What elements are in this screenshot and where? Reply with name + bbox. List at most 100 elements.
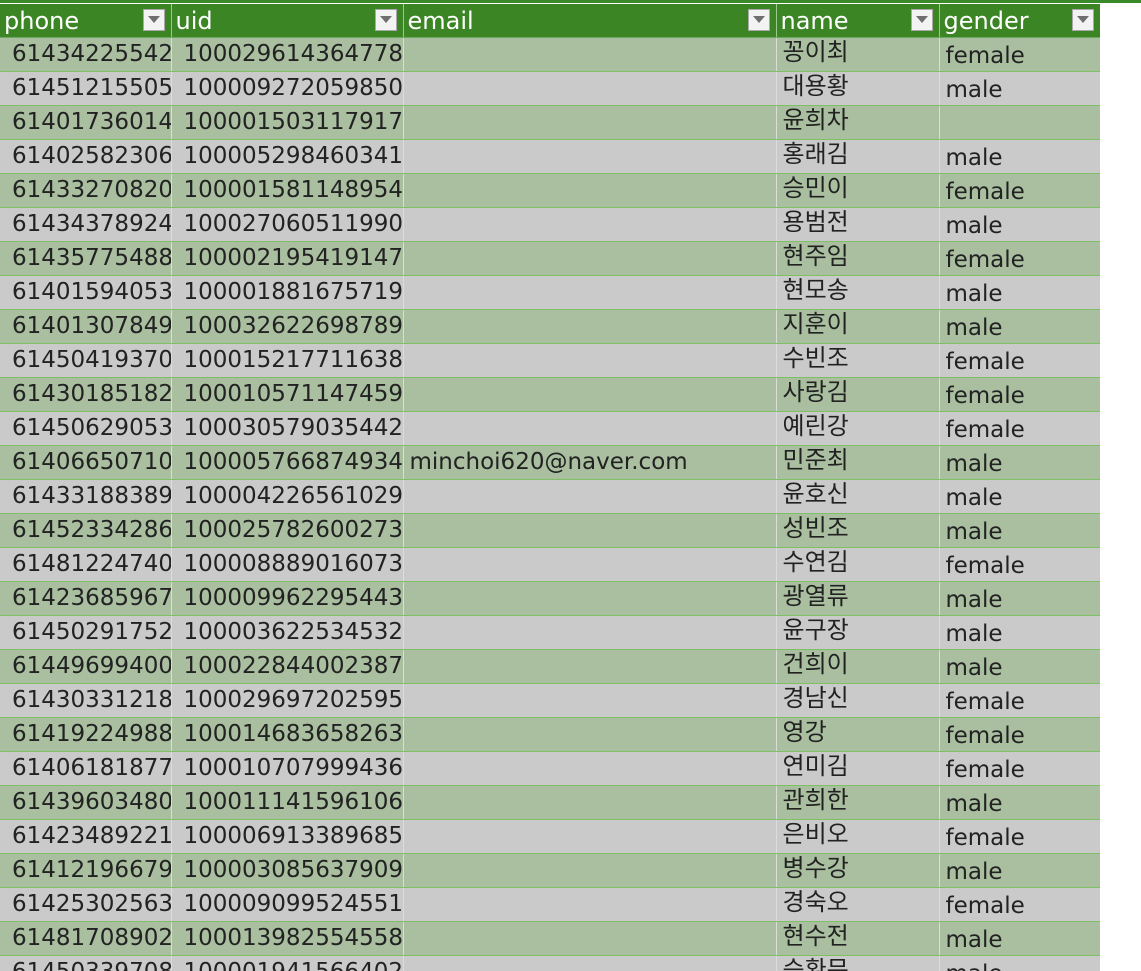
cell-uid[interactable]: 100030579035442: [171, 411, 404, 446]
column-header-uid[interactable]: uid: [171, 4, 404, 38]
cell-gender[interactable]: female: [939, 887, 1101, 922]
cell-uid[interactable]: 100022844002387: [171, 649, 404, 684]
cell-uid[interactable]: 100029614364778: [171, 37, 404, 72]
cell-gender[interactable]: female: [939, 37, 1101, 72]
cell-name[interactable]: 현수전: [776, 921, 940, 956]
cell-email[interactable]: [403, 139, 777, 174]
cell-uid[interactable]: 100009272059850: [171, 71, 404, 106]
cell-name[interactable]: 경숙오: [776, 887, 940, 922]
cell-phone[interactable]: 61433270820: [0, 173, 172, 208]
cell-uid[interactable]: 100001503117917: [171, 105, 404, 140]
filter-dropdown-icon[interactable]: [910, 9, 933, 31]
cell-phone[interactable]: 61401736014: [0, 105, 172, 140]
cell-email[interactable]: [403, 71, 777, 106]
cell-gender[interactable]: female: [939, 377, 1101, 412]
cell-uid[interactable]: 100025782600273: [171, 513, 404, 548]
cell-phone[interactable]: 61449699400: [0, 649, 172, 684]
cell-name[interactable]: 관희한: [776, 785, 940, 820]
cell-uid[interactable]: 100001581148954: [171, 173, 404, 208]
cell-phone[interactable]: 61401307849: [0, 309, 172, 344]
cell-uid[interactable]: 100015217711638: [171, 343, 404, 378]
cell-phone[interactable]: 61423489221: [0, 819, 172, 854]
cell-phone[interactable]: 61419224988: [0, 717, 172, 752]
cell-name[interactable]: 수빈조: [776, 343, 940, 378]
cell-email[interactable]: [403, 921, 777, 956]
cell-phone[interactable]: 61452334286: [0, 513, 172, 548]
cell-phone[interactable]: 61425302563: [0, 887, 172, 922]
filter-dropdown-icon[interactable]: [142, 9, 165, 31]
cell-gender[interactable]: female: [939, 241, 1101, 276]
cell-gender[interactable]: male: [939, 615, 1101, 650]
cell-gender[interactable]: male: [939, 445, 1101, 480]
cell-uid[interactable]: 100005766874934: [171, 445, 404, 480]
cell-email[interactable]: [403, 411, 777, 446]
cell-name[interactable]: 윤구장: [776, 615, 940, 650]
cell-gender[interactable]: female: [939, 343, 1101, 378]
cell-name[interactable]: 성빈조: [776, 513, 940, 548]
cell-name[interactable]: 지훈이: [776, 309, 940, 344]
cell-gender[interactable]: male: [939, 139, 1101, 174]
cell-phone[interactable]: 61412196679: [0, 853, 172, 888]
filter-dropdown-icon[interactable]: [374, 9, 397, 31]
cell-gender[interactable]: female: [939, 683, 1101, 718]
cell-gender[interactable]: male: [939, 309, 1101, 344]
cell-email[interactable]: [403, 37, 777, 72]
cell-email[interactable]: [403, 581, 777, 616]
cell-uid[interactable]: 100001941566402: [171, 955, 404, 971]
cell-gender[interactable]: male: [939, 275, 1101, 310]
cell-name[interactable]: 용범전: [776, 207, 940, 242]
cell-phone[interactable]: 61406181877: [0, 751, 172, 786]
cell-uid[interactable]: 100009962295443: [171, 581, 404, 616]
cell-gender[interactable]: female: [939, 751, 1101, 786]
cell-email[interactable]: [403, 955, 777, 971]
cell-name[interactable]: 윤호신: [776, 479, 940, 514]
cell-phone[interactable]: 61439603480: [0, 785, 172, 820]
cell-name[interactable]: 윤희차: [776, 105, 940, 140]
column-header-email[interactable]: email: [403, 4, 777, 38]
cell-email[interactable]: [403, 309, 777, 344]
cell-phone[interactable]: 61451215505: [0, 71, 172, 106]
cell-gender[interactable]: female: [939, 717, 1101, 752]
cell-email[interactable]: [403, 649, 777, 684]
cell-name[interactable]: 대용황: [776, 71, 940, 106]
cell-name[interactable]: 광열류: [776, 581, 940, 616]
cell-phone[interactable]: 61434225542: [0, 37, 172, 72]
cell-phone[interactable]: 61481708902: [0, 921, 172, 956]
cell-gender[interactable]: male: [939, 479, 1101, 514]
cell-phone[interactable]: 61433188389: [0, 479, 172, 514]
cell-gender[interactable]: male: [939, 853, 1101, 888]
cell-name[interactable]: 사랑김: [776, 377, 940, 412]
cell-phone[interactable]: 61406650710: [0, 445, 172, 480]
cell-uid[interactable]: 100010707999436: [171, 751, 404, 786]
cell-gender[interactable]: male: [939, 513, 1101, 548]
filter-dropdown-icon[interactable]: [1071, 9, 1094, 31]
cell-email[interactable]: [403, 547, 777, 582]
cell-uid[interactable]: 100006913389685: [171, 819, 404, 854]
column-header-gender[interactable]: gender: [939, 4, 1101, 38]
cell-gender[interactable]: male: [939, 207, 1101, 242]
cell-uid[interactable]: 100002195419147: [171, 241, 404, 276]
cell-name[interactable]: 건희이: [776, 649, 940, 684]
cell-uid[interactable]: 100010571147459: [171, 377, 404, 412]
cell-phone[interactable]: 61481224740: [0, 547, 172, 582]
cell-email[interactable]: [403, 377, 777, 412]
cell-gender[interactable]: male: [939, 955, 1101, 971]
cell-phone[interactable]: 61435775488: [0, 241, 172, 276]
cell-uid[interactable]: 100004226561029: [171, 479, 404, 514]
cell-name[interactable]: 승민이: [776, 173, 940, 208]
cell-name[interactable]: 예린강: [776, 411, 940, 446]
cell-email[interactable]: [403, 717, 777, 752]
cell-name[interactable]: 수연김: [776, 547, 940, 582]
cell-phone[interactable]: 61430331218: [0, 683, 172, 718]
cell-name[interactable]: 꽁이최: [776, 37, 940, 72]
cell-name[interactable]: 은비오: [776, 819, 940, 854]
cell-gender[interactable]: male: [939, 581, 1101, 616]
cell-gender[interactable]: female: [939, 547, 1101, 582]
cell-email[interactable]: [403, 683, 777, 718]
cell-name[interactable]: 승환문: [776, 955, 940, 971]
cell-phone[interactable]: 61450291752: [0, 615, 172, 650]
cell-name[interactable]: 홍래김: [776, 139, 940, 174]
cell-email[interactable]: [403, 173, 777, 208]
cell-uid[interactable]: 100032622698789: [171, 309, 404, 344]
cell-gender[interactable]: male: [939, 71, 1101, 106]
